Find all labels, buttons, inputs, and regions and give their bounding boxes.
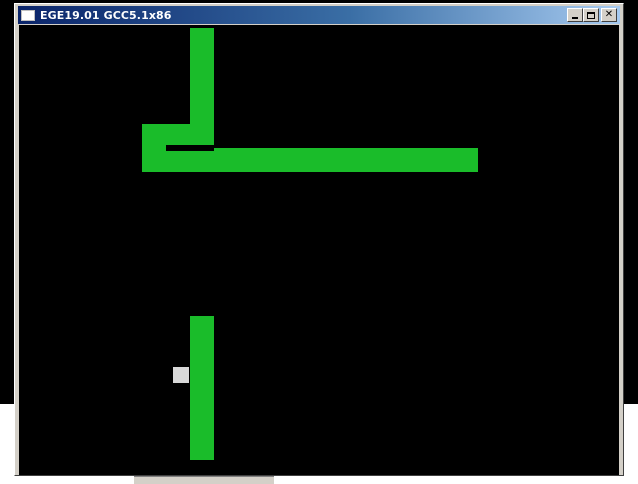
window-icon[interactable] [21,9,35,21]
background-right-strip [624,404,638,484]
snake-elbow-notch [166,145,214,151]
window-title: EGE19.01 GCC5.1x86 [40,8,172,22]
maximize-icon [587,11,595,19]
game-canvas[interactable] [19,25,619,475]
caption-buttons: ✕ [567,8,617,22]
minimize-button[interactable] [567,8,583,22]
close-button[interactable]: ✕ [601,8,617,22]
snake-segment-horizontal [142,148,478,172]
food-pellet [173,367,189,383]
app-window: EGE19.01 GCC5.1x86 ✕ [14,3,624,476]
title-bar[interactable]: EGE19.01 GCC5.1x86 ✕ [18,6,620,24]
maximize-button[interactable] [583,8,599,22]
background-status-strip [134,476,274,484]
snake-segment-vertical-bottom [190,316,214,460]
minimize-icon [572,17,578,19]
close-icon: ✕ [604,9,614,20]
